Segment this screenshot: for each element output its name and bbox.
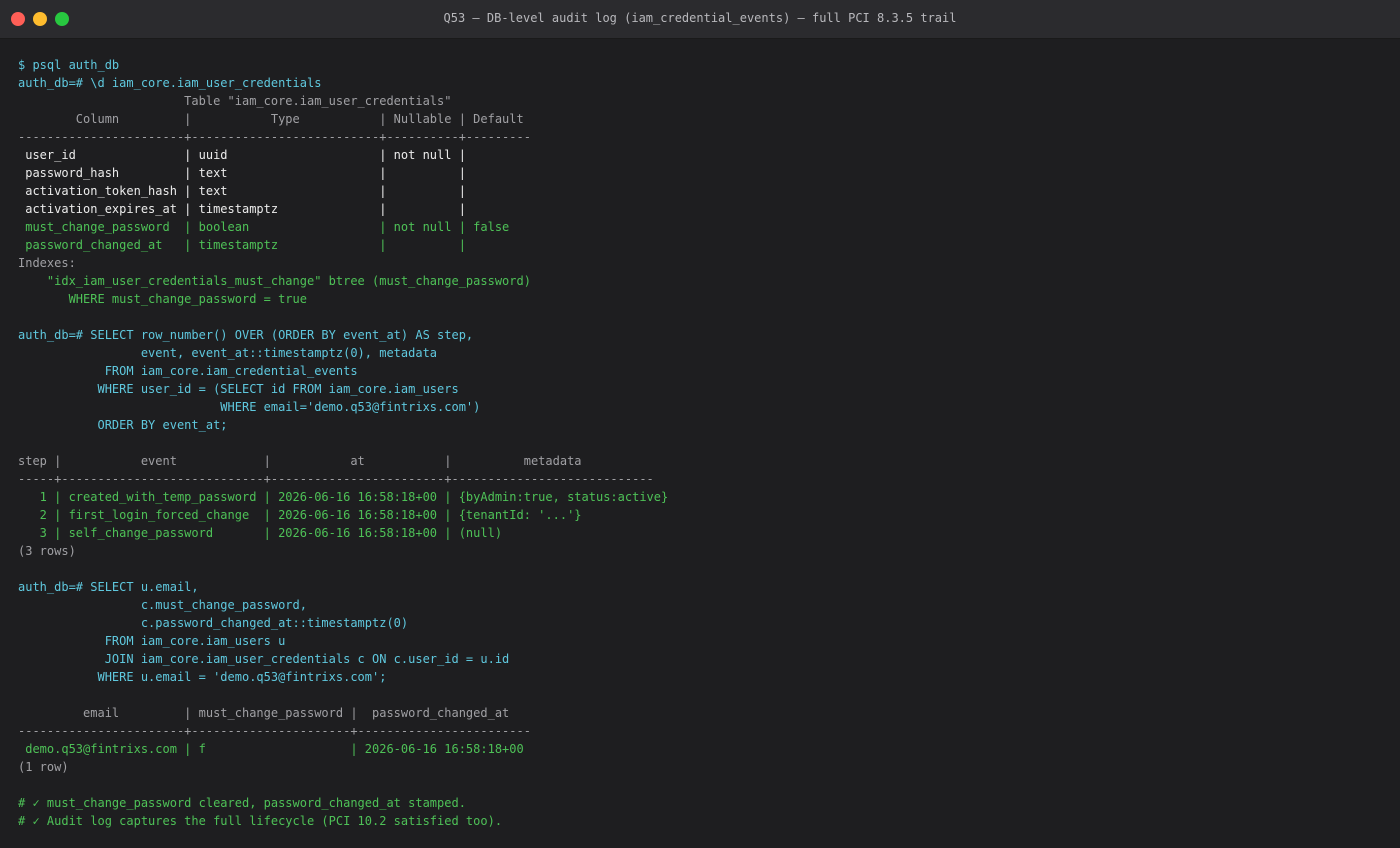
terminal-line: user_id | uuid | not null |: [18, 148, 466, 162]
terminal-line: (3 rows): [18, 544, 76, 558]
terminal-line: 3 | self_change_password | 2026-06-16 16…: [18, 526, 503, 540]
terminal-line: password_changed_at | timestamptz | |: [18, 238, 466, 252]
terminal-line: activation_expires_at | timestamptz | |: [18, 202, 466, 216]
terminal-line: 2 | first_login_forced_change | 2026-06-…: [18, 508, 582, 522]
terminal-line: auth_db=# SELECT row_number() OVER (ORDE…: [18, 328, 474, 342]
terminal-line: auth_db=# SELECT u.email,: [18, 580, 199, 594]
terminal-line: ORDER BY event_at;: [18, 418, 228, 432]
terminal-line: event, event_at::timestamptz(0), metadat…: [18, 346, 438, 360]
terminal-line: -----+----------------------------+-----…: [18, 472, 654, 486]
terminal-line: $ psql auth_db: [18, 58, 120, 72]
terminal-line: JOIN iam_core.iam_user_credentials c ON …: [18, 652, 510, 666]
terminal-line: activation_token_hash | text | |: [18, 184, 466, 198]
terminal-line: (1 row): [18, 760, 69, 774]
terminal-line: WHERE user_id = (SELECT id FROM iam_core…: [18, 382, 459, 396]
terminal-line: "idx_iam_user_credentials_must_change" b…: [18, 274, 531, 288]
terminal-line: -----------------------+----------------…: [18, 130, 531, 144]
terminal-line: 1 | created_with_temp_password | 2026-06…: [18, 490, 669, 504]
terminal-line: WHERE u.email = 'demo.q53@fintrixs.com';: [18, 670, 387, 684]
terminal-output[interactable]: $ psql auth_db auth_db=# \d iam_core.iam_…: [0, 39, 1400, 830]
window-title: Q53 — DB-level audit log (iam_credential…: [443, 11, 957, 25]
window-titlebar: Q53 — DB-level audit log (iam_credential…: [0, 0, 1400, 39]
terminal-line: password_hash | text | |: [18, 166, 466, 180]
terminal-line: Indexes:: [18, 256, 76, 270]
terminal-line: step | event | at | metadata: [18, 454, 582, 468]
terminal-line: FROM iam_core.iam_users u: [18, 634, 286, 648]
terminal-line: Column | Type | Nullable | Default: [18, 112, 524, 126]
terminal-line: must_change_password | boolean | not nul…: [18, 220, 510, 234]
terminal-line: -----------------------+----------------…: [18, 724, 531, 738]
terminal-line: # ✓ Audit log captures the full lifecycl…: [18, 814, 503, 828]
terminal-line: WHERE must_change_password = true: [18, 292, 307, 306]
terminal-line: demo.q53@fintrixs.com | f | 2026-06-16 1…: [18, 742, 524, 756]
terminal-line: Table "iam_core.iam_user_credentials": [18, 94, 452, 108]
terminal-line: WHERE email='demo.q53@fintrixs.com'): [18, 400, 481, 414]
terminal-line: email | must_change_password | password_…: [18, 706, 510, 720]
terminal-line: # ✓ must_change_password cleared, passwo…: [18, 796, 466, 810]
terminal-line: auth_db=# \d iam_core.iam_user_credentia…: [18, 76, 322, 90]
terminal-line: c.password_changed_at::timestamptz(0): [18, 616, 409, 630]
terminal-line: FROM iam_core.iam_credential_events: [18, 364, 358, 378]
terminal-line: c.must_change_password,: [18, 598, 307, 612]
